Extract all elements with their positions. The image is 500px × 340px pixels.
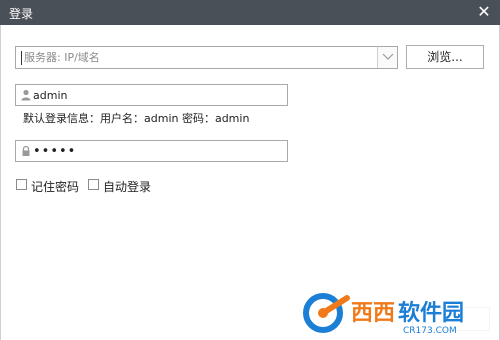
- svg-text:西西: 西西: [351, 301, 395, 326]
- title-bar: 登录 ✕: [0, 0, 500, 25]
- lock-icon: [22, 145, 30, 156]
- close-icon[interactable]: ✕: [472, 1, 496, 23]
- remember-password-label: 记住密码: [31, 180, 80, 194]
- remember-password-checkbox[interactable]: 记住密码: [16, 178, 86, 194]
- default-login-hint: 默认登录信息：用户名：admin 密码：admin: [23, 112, 250, 125]
- username-input[interactable]: [33, 86, 283, 104]
- password-field[interactable]: [15, 140, 288, 162]
- server-combobox[interactable]: [15, 46, 398, 69]
- server-input[interactable]: [24, 48, 379, 67]
- svg-text:软件园: 软件园: [398, 300, 464, 326]
- svg-text:CR173.COM: CR173.COM: [403, 326, 457, 336]
- dropdown-button[interactable]: [377, 47, 397, 68]
- user-icon: [21, 89, 31, 101]
- checkbox-box[interactable]: [88, 179, 99, 190]
- checkbox-box[interactable]: [16, 179, 27, 190]
- window-title: 登录: [9, 7, 34, 21]
- username-field[interactable]: [15, 84, 288, 106]
- watermark-logo: 西西 软件园 CR173.COM: [303, 290, 493, 336]
- text-caret: [21, 51, 22, 65]
- auto-login-checkbox[interactable]: 自动登录: [88, 178, 158, 194]
- password-input[interactable]: [33, 142, 283, 160]
- chevron-down-icon: [382, 53, 394, 60]
- auto-login-label: 自动登录: [103, 180, 152, 194]
- browse-button[interactable]: 浏览...: [406, 45, 484, 69]
